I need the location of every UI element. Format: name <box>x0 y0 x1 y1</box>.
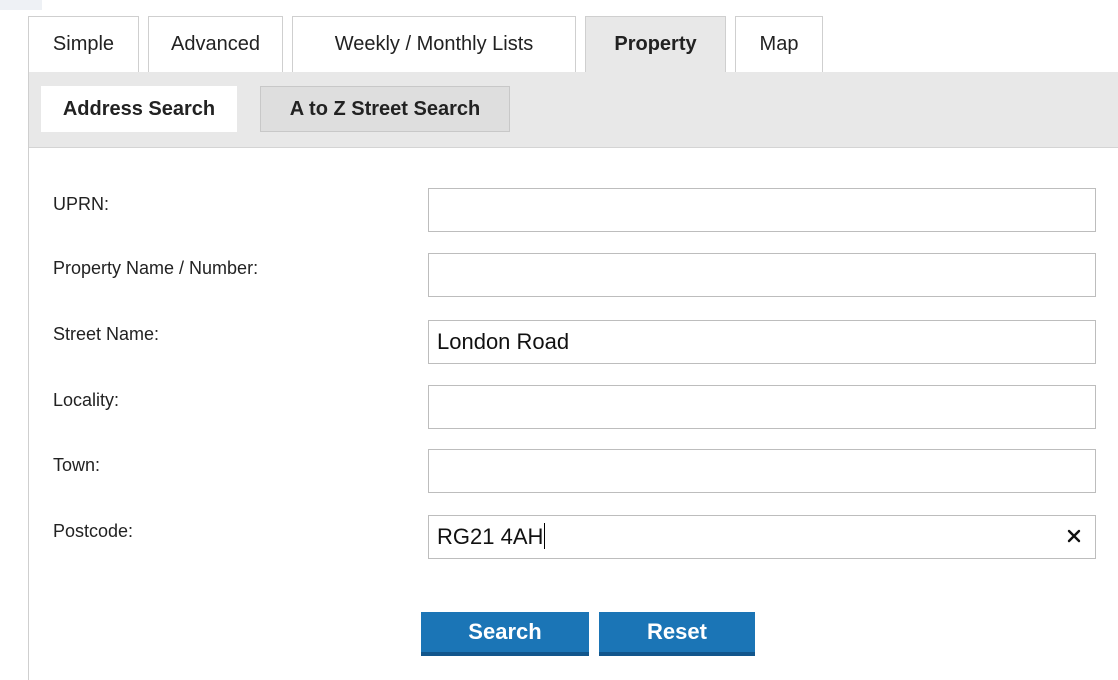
corner-decoration <box>0 0 42 10</box>
search-button[interactable]: Search <box>421 612 589 656</box>
town-label: Town: <box>53 455 101 475</box>
locality-input[interactable] <box>428 385 1096 429</box>
uprn-input[interactable] <box>428 188 1096 232</box>
property-name-input[interactable] <box>428 253 1096 297</box>
tab-simple[interactable]: Simple <box>28 16 139 72</box>
sub-tab-bar: Address Search A to Z Street Search <box>29 72 1118 148</box>
postcode-value: RG21 4AH <box>437 516 546 558</box>
tab-label: Advanced <box>171 33 260 55</box>
property-panel: Address Search A to Z Street Search UPRN… <box>28 72 1118 680</box>
reset-button-label: Reset <box>647 619 707 644</box>
text-cursor <box>544 523 546 550</box>
tab-label: Property <box>614 33 697 55</box>
reset-button[interactable]: Reset <box>599 612 755 656</box>
subtab-address-search[interactable]: Address Search <box>41 86 237 132</box>
street-name-value: London Road <box>437 329 570 354</box>
street-name-input[interactable]: London Road <box>428 320 1096 364</box>
subtab-a-to-z-street-search[interactable]: A to Z Street Search <box>260 86 510 132</box>
tab-label: Map <box>759 33 799 55</box>
uprn-label: UPRN: <box>53 194 110 214</box>
town-input[interactable] <box>428 449 1096 493</box>
street-name-label: Street Name: <box>53 324 160 344</box>
tab-weekly-monthly-lists[interactable]: Weekly / Monthly Lists <box>292 16 576 72</box>
postcode-input[interactable]: RG21 4AH <box>428 515 1096 559</box>
subtab-label: Address Search <box>62 97 216 120</box>
search-button-label: Search <box>468 619 542 644</box>
property-name-label: Property Name / Number: <box>53 258 259 278</box>
tab-label: Simple <box>52 33 115 55</box>
page: Simple Advanced Weekly / Monthly Lists P… <box>0 0 1118 680</box>
tab-label: Weekly / Monthly Lists <box>334 33 534 55</box>
main-tab-bar: Simple Advanced Weekly / Monthly Lists P… <box>28 16 832 72</box>
tab-property[interactable]: Property <box>585 16 726 72</box>
close-icon[interactable] <box>1063 525 1085 547</box>
locality-label: Locality: <box>53 390 120 410</box>
postcode-text: RG21 4AH <box>437 524 544 549</box>
tab-advanced[interactable]: Advanced <box>148 16 283 72</box>
subtab-label: A to Z Street Search <box>289 97 481 120</box>
postcode-label: Postcode: <box>53 521 134 541</box>
tab-map[interactable]: Map <box>735 16 823 72</box>
